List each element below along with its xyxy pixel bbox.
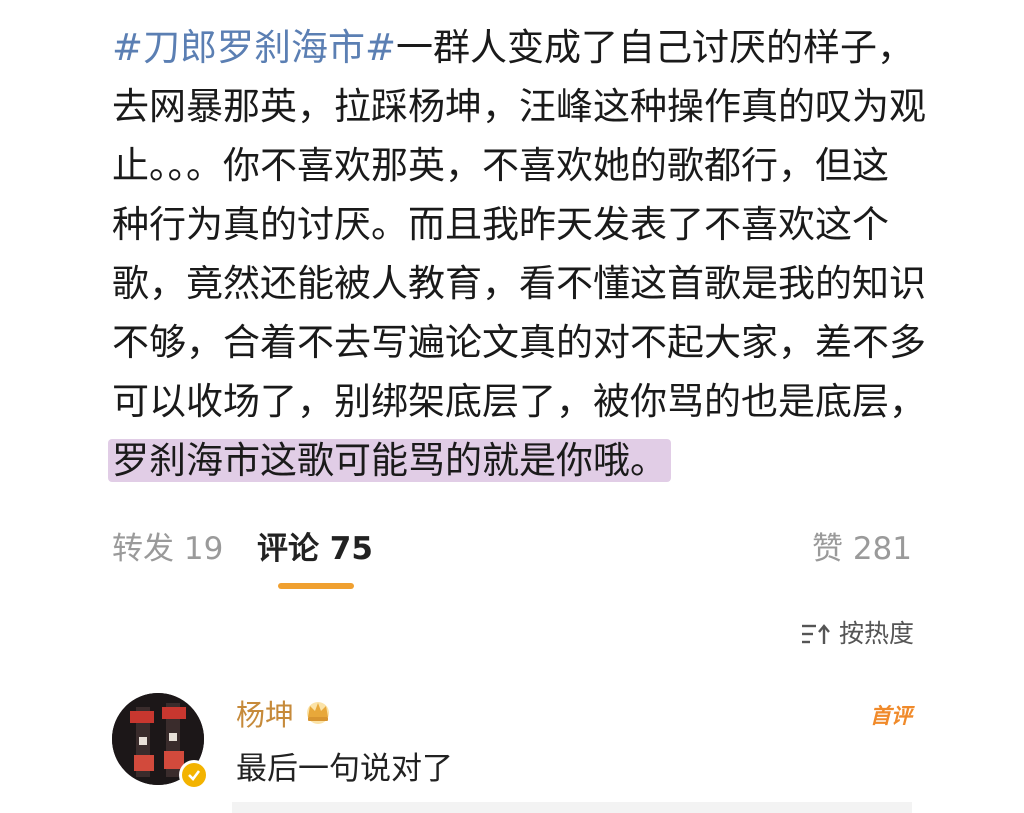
- text-highlight: 罗刹海市这歌可能骂的就是你哦。: [108, 439, 671, 482]
- post-text: 不够，合着不去写遍论文真的对不起大家，差不多: [112, 321, 926, 364]
- tab-repost[interactable]: 转发 19: [112, 526, 223, 572]
- post-line-1: #刀郎罗刹海市#一群人变成了自己讨厌的样子，: [112, 18, 915, 77]
- active-tab-indicator: [278, 583, 354, 589]
- sort-label: 按热度: [838, 619, 914, 648]
- verified-icon: [179, 760, 209, 790]
- post-text: 止。。。你不喜欢那英，不喜欢她的歌都行，但这: [112, 144, 889, 187]
- tab-like[interactable]: 赞 281: [812, 526, 912, 572]
- post-tabs: 转发 19 评论 75 赞 281: [112, 526, 912, 589]
- post-body: #刀郎罗刹海市#一群人变成了自己讨厌的样子， 去网暴那英，拉踩杨坤，汪峰这种操作…: [108, 18, 926, 490]
- crown-icon: [302, 696, 334, 734]
- first-comment-badge: 首评: [870, 704, 912, 728]
- comment-text: 最后一句说对了: [236, 751, 453, 787]
- post-line-highlighted: 罗刹海市这歌可能骂的就是你哦。: [108, 431, 912, 490]
- sort-button[interactable]: 按热度: [801, 617, 914, 651]
- post-text: 种行为真的讨厌。而且我昨天发表了不喜欢这个: [112, 203, 889, 246]
- commenter-name-link[interactable]: 杨坤: [236, 696, 334, 734]
- post-hashtag-link[interactable]: #刀郎罗刹海市#: [112, 26, 396, 69]
- comment-item: 杨坤 首评 最后一句说对了: [112, 688, 912, 798]
- post-text: 歌，竟然还能被人教育，看不懂这首歌是我的知识: [112, 262, 926, 305]
- commenter-name: 杨坤: [236, 698, 295, 732]
- tab-comment[interactable]: 评论 75: [257, 526, 373, 572]
- sort-icon: [801, 623, 831, 645]
- next-comment-edge: [232, 802, 912, 813]
- post-text: 一群人变成了自己讨厌的样子，: [396, 26, 915, 69]
- post-text: 去网暴那英，拉踩杨坤，汪峰这种操作真的叹为观: [112, 85, 926, 128]
- post-text: 可以收场了，别绑架底层了，被你骂的也是底层，: [112, 380, 926, 423]
